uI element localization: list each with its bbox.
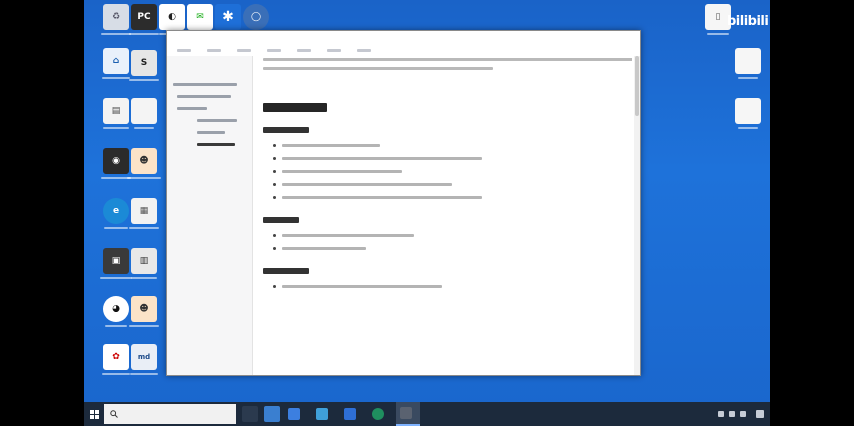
desktop-icon-app-15[interactable]: ☻ [122,296,166,348]
menu-bar [167,45,640,56]
media-icon: md [131,344,157,370]
search-box[interactable] [104,404,236,424]
sidebar [167,56,253,375]
menu-item[interactable] [267,49,281,52]
list-item [263,144,632,147]
letterbox-right [770,0,854,426]
desktop-icon-file-r2[interactable] [726,48,770,100]
menu-item[interactable] [297,49,311,52]
scrollbar[interactable] [634,56,640,375]
outline-item[interactable] [167,78,252,90]
desktop-icon-media[interactable]: md [122,344,166,396]
bilibili-logo: bilibili [727,14,769,29]
app-icon [372,408,384,420]
file-icon [735,48,761,74]
avatar-icon: ☻ [131,296,157,322]
pinned-app-icon[interactable] [264,406,280,422]
file-icon [131,98,157,124]
volume-icon[interactable] [740,411,746,417]
outline-item[interactable] [167,90,252,102]
tray-icon[interactable] [718,411,724,417]
list-item [263,196,632,199]
outline-item[interactable] [167,114,252,126]
outline-list [167,78,252,150]
heading-h3 [263,266,632,275]
system-tray [718,402,764,426]
notification-icon[interactable] [756,410,764,418]
paragraph-line [263,67,493,70]
app-icon: ◯ [243,4,269,30]
app-icon [316,408,328,420]
app-icon [344,408,356,420]
list-item [263,183,632,186]
windows-icon [89,409,99,419]
list-item [263,285,632,288]
taskbar-app-3[interactable] [340,402,364,426]
list-item [263,234,632,237]
taskbar-app-4[interactable] [368,402,392,426]
task-view-icon[interactable] [242,406,258,422]
typora-icon [400,407,412,419]
list-item [263,157,632,160]
taskbar-app-1[interactable] [284,402,308,426]
menu-item[interactable] [357,49,371,52]
avatar-icon: ☻ [131,148,157,174]
heading-h2 [263,100,632,113]
taskbar [84,402,770,426]
network-icon[interactable] [729,411,735,417]
heading-h3 [263,125,632,134]
taskbar-app-typora[interactable] [396,402,420,426]
scroll-thumb[interactable] [635,56,639,116]
menu-item[interactable] [177,49,191,52]
desktop-icon-file-r3[interactable] [726,98,770,150]
app-icon: ▦ [131,198,157,224]
start-button[interactable] [84,402,104,426]
letterbox-left [0,0,84,426]
paragraph-line [263,58,632,61]
menu-item[interactable] [207,49,221,52]
file-icon [735,98,761,124]
desktop-icon-app-10[interactable]: S [122,50,166,102]
desktop-icon-app-12[interactable]: ☻ [122,148,166,200]
desktop-icon-file-1[interactable] [122,98,166,150]
app-icon: ▥ [131,248,157,274]
desktop-icon-app-14[interactable]: ▥ [122,248,166,300]
search-icon [110,410,118,418]
outline-item[interactable] [167,126,252,138]
heading-h3 [263,215,632,224]
outline-item-current[interactable] [167,138,252,150]
menu-item[interactable] [237,49,251,52]
editor[interactable] [263,56,632,375]
desktop-icon-app-13[interactable]: ▦ [122,198,166,250]
list-item [263,247,632,250]
taskbar-app-2[interactable] [312,402,336,426]
watermark: bilibili [721,14,769,29]
sidebar-tabs [167,56,252,72]
list-item [263,170,632,173]
outline-item[interactable] [167,102,252,114]
typora-window [166,30,641,376]
menu-item[interactable] [327,49,341,52]
app-icon [288,408,300,420]
title-bar [167,31,640,45]
